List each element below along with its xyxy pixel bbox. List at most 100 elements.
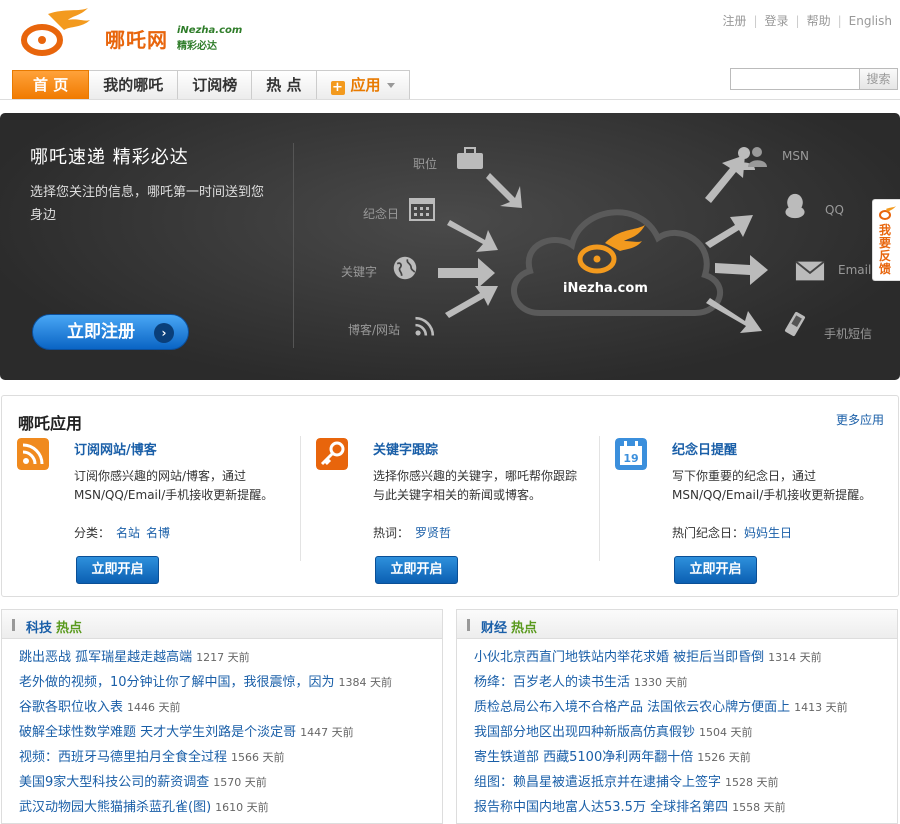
input-label-keyword: 关键字 [341, 265, 378, 279]
apps-panel: 哪吒应用 更多应用 订阅网站/博客 订阅你感兴趣的网站/博客，通过MSN/QQ/… [1, 395, 899, 597]
hot-tech-panel: 科技 热点 跳出恶战 孤军瑞星越走越高端 1217 天前 老外做的视频，10分钟让你… [1, 609, 443, 824]
feedback-label: 我要反馈 [879, 223, 892, 276]
hot-label: 热点 [56, 621, 83, 636]
login-link[interactable]: 登录 [765, 14, 789, 28]
app-name[interactable]: 关键字跟踪 [373, 439, 438, 458]
list-item: 杨绛：百岁老人的读书生活 1330 天前 [474, 670, 897, 695]
cloud-brand-label: iNezha.com [563, 281, 648, 296]
headline-link[interactable]: 质检总局公布入境不合格产品 法国依云农心牌方便面上 [474, 700, 790, 715]
timestamp: 1570 天前 [213, 776, 267, 789]
tab-my-nezha[interactable]: 我的哪吒 [89, 70, 179, 100]
hot-finance-header: 财经 热点 [457, 610, 897, 639]
headline-link[interactable]: 谷歌各职位收入表 [19, 700, 123, 715]
headline-link[interactable]: 武汉动物园大熊猫捕杀蓝孔雀(图) [19, 800, 211, 815]
headline-link[interactable]: 报告称中国内地富人达53.5万 全球排名第四 [474, 800, 728, 815]
timestamp: 1504 天前 [699, 726, 753, 739]
output-label-sms: 手机短信 [824, 327, 873, 341]
tag-link[interactable]: 罗贤哲 [415, 526, 451, 540]
tab-subscription-rank[interactable]: 订阅榜 [178, 70, 253, 100]
tab-hot[interactable]: 热 点 [252, 70, 317, 100]
tag-link[interactable]: 名站 [116, 526, 140, 540]
register-now-button[interactable]: 立即注册 › [32, 314, 189, 350]
separator: | [753, 14, 758, 28]
app-tags: 热门纪念日：妈妈生日 [672, 524, 792, 541]
headline-link[interactable]: 小伙北京西直门地铁站内举花求婚 被拒后当即昏倒 [474, 650, 764, 665]
outgoing-arrows [705, 155, 768, 333]
main-nav: 首 页 我的哪吒 订阅榜 热 点 + 应用 [12, 70, 410, 100]
list-item: 寄生铁道部 西藏5100净利两年翻十倍 1526 天前 [474, 745, 897, 770]
site-logo[interactable]: 哪吒网 iNezha.com 精彩必达 [20, 6, 242, 56]
hot-tech-title: 科技 热点 [26, 617, 82, 636]
headline-link[interactable]: 组图：赖昌星被遣返抵京并在逮捕令上签字 [474, 775, 721, 790]
app-name[interactable]: 纪念日提醒 [672, 439, 737, 458]
tag-label: 热词： [373, 526, 410, 540]
timestamp: 1528 天前 [725, 776, 779, 789]
list-item: 美国9家大型科技公司的薪资调查 1570 天前 [19, 770, 442, 795]
list-item: 破解全球性数学难题 天才大学生刘路是个淡定哥 1447 天前 [19, 720, 442, 745]
qq-penguin-icon [785, 193, 805, 219]
register-link[interactable]: 注册 [722, 14, 746, 28]
top-links: 注册 | 登录 | 帮助 | English [722, 12, 892, 29]
headline-link[interactable]: 我国部分地区出现四种新版高仿真假钞 [474, 725, 695, 740]
help-link[interactable]: 帮助 [807, 14, 831, 28]
list-item: 谷歌各职位收入表 1446 天前 [19, 695, 442, 720]
headline-link[interactable]: 美国9家大型科技公司的薪资调查 [19, 775, 209, 790]
banner-divider [293, 143, 294, 348]
app-card-keyword: 关键字跟踪 选择你感兴趣的关键字，哪吒帮你跟踪与此关键字相关的新闻或博客。 热词… [301, 436, 599, 591]
headline-link[interactable]: 寄生铁道部 西藏5100净利两年翻十倍 [474, 750, 693, 765]
logo-slogan: 精彩必达 [177, 41, 217, 52]
app-card-rss: 订阅网站/博客 订阅你感兴趣的网站/博客，通过MSN/QQ/Email/手机接收… [2, 436, 300, 591]
headline-link[interactable]: 视频：西班牙马德里拍月全食全过程 [19, 750, 227, 765]
timestamp: 1413 天前 [794, 701, 848, 714]
search-input[interactable] [730, 68, 860, 90]
list-item: 视频：西班牙马德里拍月全食全过程 1566 天前 [19, 745, 442, 770]
tag-link[interactable]: 妈妈生日 [744, 526, 792, 540]
category-label: 财经 [481, 621, 508, 636]
app-description: 写下你重要的纪念日，通过MSN/QQ/Email/手机接收更新提醒。 [672, 469, 872, 502]
nav-divider [0, 99, 900, 100]
input-label-blog: 博客/网站 [348, 323, 401, 337]
app-tags: 分类： 名站 名博 [74, 524, 170, 541]
app-card-anniversary: 19 纪念日提醒 写下你重要的纪念日，通过MSN/QQ/Email/手机接收更新… [600, 436, 898, 591]
headline-link[interactable]: 跳出恶战 孤军瑞星越走越高端 [19, 650, 192, 665]
english-link[interactable]: English [849, 14, 892, 28]
timestamp: 1558 天前 [732, 801, 786, 814]
headline-link[interactable]: 杨绛：百岁老人的读书生活 [474, 675, 630, 690]
input-label-anniversary: 纪念日 [363, 207, 400, 221]
more-apps-link[interactable]: 更多应用 [836, 411, 884, 428]
search-button[interactable]: 搜索 [860, 68, 898, 90]
timestamp: 1330 天前 [634, 676, 688, 689]
tag-link[interactable]: 名博 [146, 526, 170, 540]
output-label-qq: QQ [825, 203, 844, 217]
separator: | [837, 14, 842, 28]
enable-button[interactable]: 立即开启 [375, 556, 458, 584]
list-item: 老外做的视频，10分钟让你了解中国，我很震惊，因为 1384 天前 [19, 670, 442, 695]
timestamp: 1217 天前 [196, 651, 250, 664]
enable-button[interactable]: 立即开启 [76, 556, 159, 584]
rss-icon [17, 438, 49, 470]
feedback-tab[interactable]: 我要反馈 [872, 199, 900, 281]
headline-link[interactable]: 老外做的视频，10分钟让你了解中国，我很震惊，因为 [19, 675, 335, 690]
timestamp: 1384 天前 [338, 676, 393, 689]
tab-apps[interactable]: + 应用 [316, 70, 410, 100]
timestamp: 1314 天前 [768, 651, 822, 664]
timestamp: 1610 天前 [215, 801, 269, 814]
tag-label: 热门纪念日： [672, 526, 745, 540]
logo-name-en: iNezha.com [177, 25, 243, 36]
category-label: 科技 [26, 621, 53, 636]
hot-finance-panel: 财经 热点 小伙北京西直门地铁站内举花求婚 被拒后当即昏倒 1314 天前 杨绛：百… [456, 609, 898, 824]
enable-button[interactable]: 立即开启 [674, 556, 757, 584]
envelope-icon [795, 260, 825, 281]
app-name[interactable]: 订阅网站/博客 [74, 439, 157, 458]
list-item: 武汉动物园大熊猫捕杀蓝孔雀(图) 1610 天前 [19, 795, 442, 820]
apps-title: 哪吒应用 [18, 414, 83, 433]
list-item: 跳出恶战 孤军瑞星越走越高端 1217 天前 [19, 645, 442, 670]
chevron-down-icon [386, 83, 395, 88]
hot-finance-title: 财经 热点 [481, 617, 537, 636]
tab-home[interactable]: 首 页 [12, 70, 90, 100]
headline-link[interactable]: 破解全球性数学难题 天才大学生刘路是个淡定哥 [19, 725, 296, 740]
arrow-right-icon: › [154, 323, 174, 343]
flame-logo-icon [879, 206, 896, 220]
hot-label: 热点 [511, 621, 538, 636]
list-item: 组图：赖昌星被遣返抵京并在逮捕令上签字 1528 天前 [474, 770, 897, 795]
